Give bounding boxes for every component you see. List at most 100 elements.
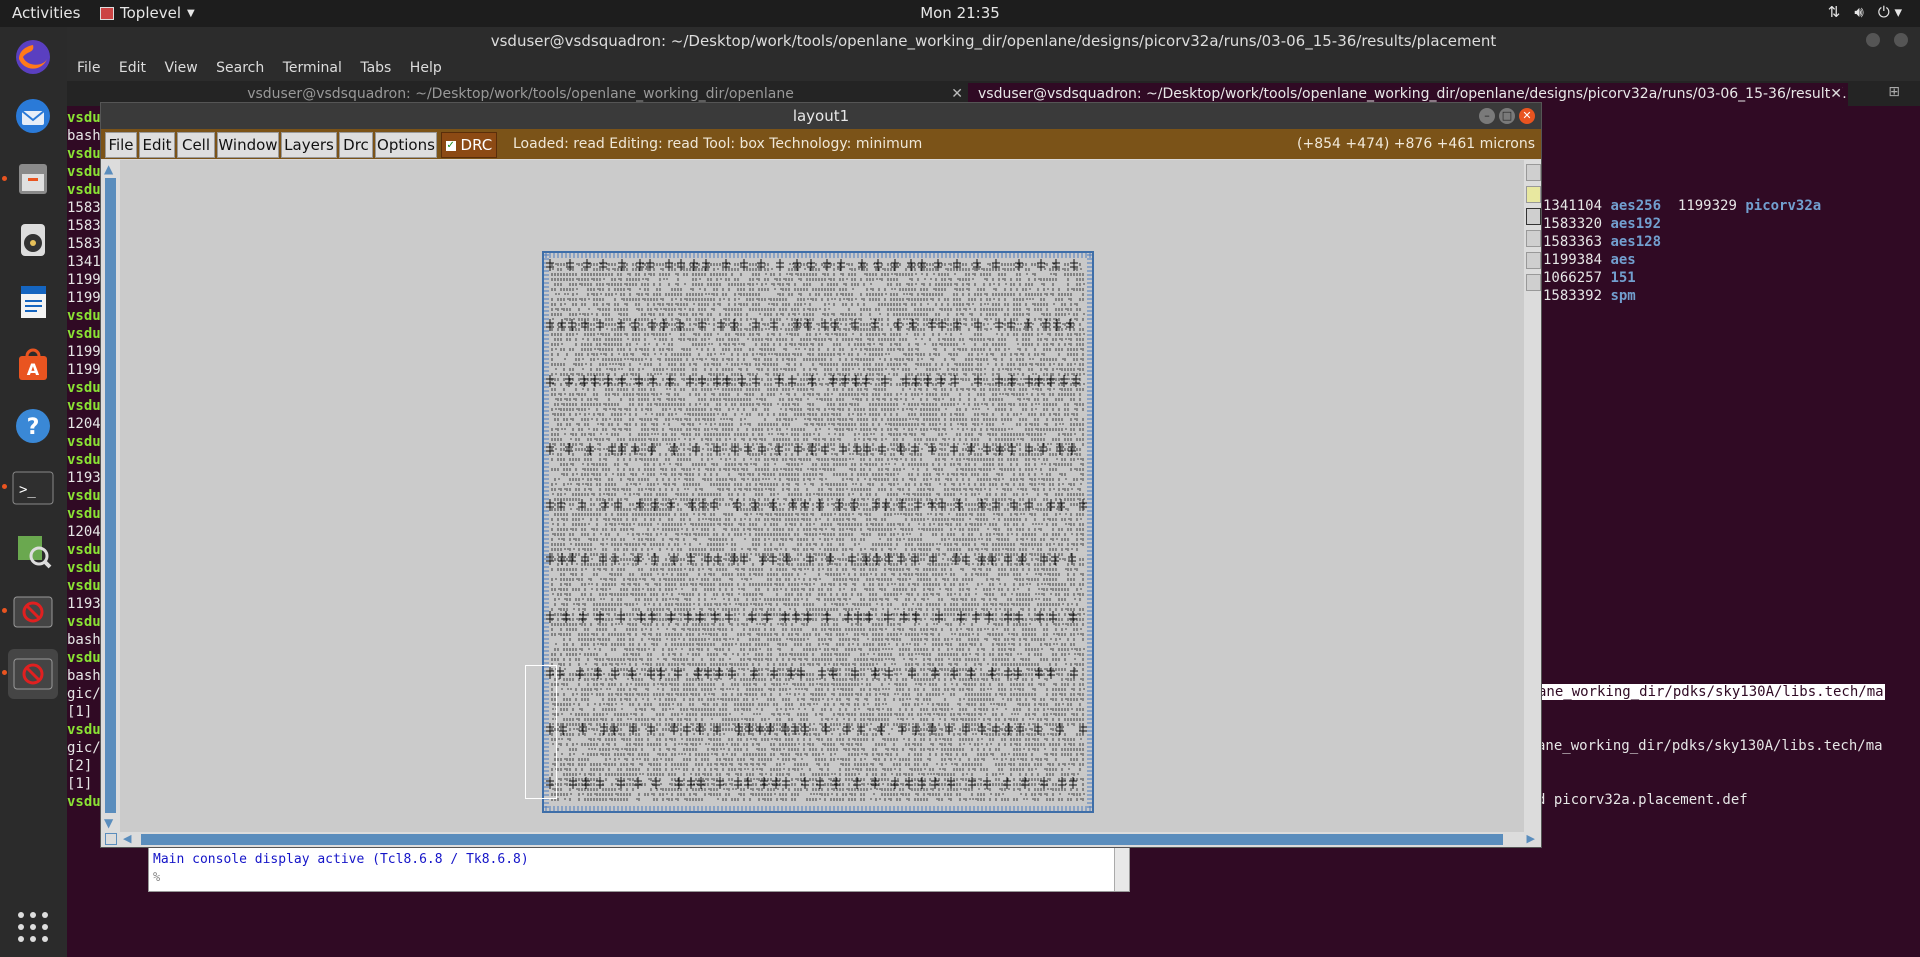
terminal-line: vsdu [67,110,101,126]
menu-help[interactable]: Help [410,55,442,81]
close-icon[interactable] [1894,33,1908,47]
close-icon[interactable]: ✕ [1830,83,1842,106]
terminal-line: vsdu [67,326,101,342]
terminal-line: 1199 [67,344,101,360]
terminal-line: 1583 [67,236,101,252]
volume-icon[interactable]: 🔊︎ [1854,3,1863,21]
menu-drc[interactable]: Drc [339,132,373,158]
firefox-icon[interactable] [8,32,58,82]
layer-swatch[interactable] [1526,252,1541,269]
drc-toggle[interactable]: ✓ DRC [441,132,497,158]
layout-menu-bar: File Edit Cell Window Layers Drc Options… [101,129,1541,159]
terminal-title: vsduser@vsdsquadron: ~/Desktop/work/tool… [490,32,1497,50]
menu-tabs[interactable]: Tabs [360,55,391,81]
blocked-app-icon[interactable] [8,587,58,637]
activities-button[interactable]: Activities [12,4,80,22]
selection-box[interactable] [525,665,557,799]
new-tab-icon[interactable]: ⊞ [1888,84,1900,100]
terminal-line: vsdu [67,308,101,324]
terminal-icon[interactable]: >_ [8,463,58,513]
menu-edit[interactable]: Edit [119,55,146,81]
help-icon[interactable]: ? [8,401,58,451]
horizontal-scrollbar[interactable]: ◀ ▶ [101,832,1541,847]
layer-swatch[interactable] [1526,186,1541,203]
top-panel: Activities Toplevel ▼ Mon 21:35 ⇅ 🔊︎ ⏻ ▾ [0,0,1920,27]
console-prompt[interactable]: % [153,870,160,884]
placed-layout-die[interactable] [542,251,1094,813]
drc-label: DRC [460,136,493,154]
svg-text:>_: >_ [19,482,36,498]
scroll-up-icon[interactable]: ▲ [104,162,113,176]
scroll-left-icon[interactable]: ◀ [123,832,131,845]
terminal-line: 1199 [67,272,101,288]
terminal-line: vsdu [67,488,101,504]
terminal-line: vsdu [67,794,101,810]
checkbox-icon: ✓ [445,139,456,151]
scroll-track[interactable] [105,178,116,813]
menu-terminal[interactable]: Terminal [283,55,342,81]
scroll-right-icon[interactable]: ▶ [1527,832,1535,845]
terminal-text: d picorv32a.placement.def [1537,792,1748,808]
maximize-icon[interactable]: □ [1499,108,1515,124]
terminal-line: vsdu [67,722,101,738]
zoom-box-icon[interactable] [105,833,117,845]
process-row: 1583363 aes128 [1543,234,1662,250]
system-tray[interactable]: ⇅ 🔊︎ ⏻ ▾ [1828,3,1902,21]
files-icon[interactable] [8,153,58,203]
menu-search[interactable]: Search [216,55,264,81]
process-row: 1199384 aes [1543,252,1636,268]
terminal-line: vsdu [67,146,101,162]
terminal-line: 1204 [67,524,101,540]
rhythmbox-icon[interactable] [8,215,58,265]
close-icon[interactable]: ✕ [1519,108,1535,124]
terminal-menu-bar: File Edit View Search Terminal Tabs Help [67,55,1920,81]
menu-file[interactable]: File [77,55,100,81]
menu-edit[interactable]: Edit [139,132,175,158]
power-icon[interactable]: ⏻ ▾ [1878,3,1902,21]
menu-view[interactable]: View [164,55,197,81]
image-viewer-icon[interactable] [8,525,58,575]
show-apps-icon[interactable] [8,902,58,952]
terminal-line: vsdu [67,434,101,450]
terminal-line: bash [67,128,101,144]
terminal-line: vsdu [67,380,101,396]
menu-window[interactable]: Window [217,132,279,158]
scroll-track[interactable] [141,834,1503,845]
svg-text:A: A [27,360,40,379]
software-center-icon[interactable]: A [8,339,58,389]
layer-palette[interactable] [1524,160,1541,832]
menu-options[interactable]: Options [375,132,437,158]
terminal-line: vsdu [67,164,101,180]
minimize-icon[interactable] [1866,33,1880,47]
network-icon[interactable]: ⇅ [1828,3,1841,21]
terminal-line: vsdu [67,578,101,594]
terminal-line: vsdu [67,452,101,468]
process-row: 1066257 151 [1543,270,1636,286]
terminal-line: [2] [67,758,93,774]
clock[interactable]: Mon 21:35 [920,4,1000,22]
terminal-line: vsdu [67,614,101,630]
terminal-line: vsdu [67,506,101,522]
terminal-line: [1] [67,704,93,720]
layer-swatch[interactable] [1526,208,1541,225]
layout-title-bar[interactable]: layout1 – □ ✕ [101,103,1541,129]
vertical-scrollbar[interactable]: ▲ ▼ [101,160,120,832]
terminal-line: 1193 [67,596,101,612]
layer-swatch[interactable] [1526,230,1541,247]
scroll-down-icon[interactable]: ▼ [104,816,113,830]
terminal-line: [1] [67,776,93,792]
blocked-app-icon[interactable] [8,649,58,699]
terminal-title-bar[interactable]: vsduser@vsdsquadron: ~/Desktop/work/tool… [67,27,1920,55]
minimize-icon[interactable]: – [1479,108,1495,124]
terminal-line: 1341 [67,254,101,270]
app-name: Toplevel [120,4,181,22]
dock: A ? >_ [0,27,67,957]
thunderbird-icon[interactable] [8,91,58,141]
app-menu[interactable]: Toplevel ▼ [100,4,195,22]
layer-swatch[interactable] [1526,164,1541,181]
menu-cell[interactable]: Cell [177,132,215,158]
layer-swatch[interactable] [1526,274,1541,291]
menu-file[interactable]: File [105,132,137,158]
menu-layers[interactable]: Layers [281,132,337,158]
writer-icon[interactable] [8,277,58,327]
